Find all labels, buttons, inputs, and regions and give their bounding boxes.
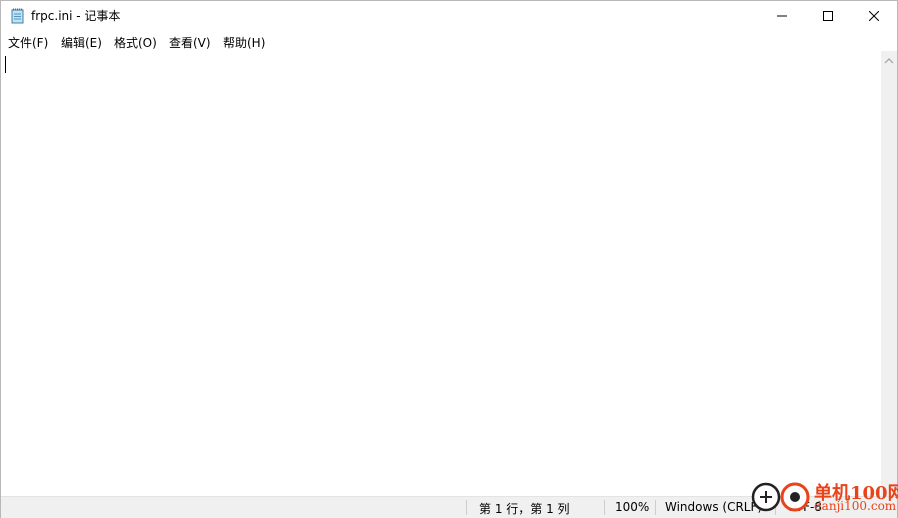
watermark-subtext: danji100.com (814, 499, 897, 513)
minimize-button[interactable] (759, 1, 805, 31)
menu-file[interactable]: 文件(F) (8, 34, 48, 51)
status-zoom: 100% (615, 500, 650, 514)
text-caret (5, 56, 6, 73)
close-button[interactable] (851, 1, 897, 31)
menu-format[interactable]: 格式(O) (114, 34, 157, 51)
status-divider (604, 500, 605, 515)
notepad-window: frpc.ini - 记事本 文件(F) 编辑(E) 格式(O) 查看(V) 帮… (0, 0, 898, 518)
menu-view[interactable]: 查看(V) (169, 34, 211, 51)
title-bar[interactable]: frpc.ini - 记事本 (1, 1, 897, 31)
status-position: 第 1 行，第 1 列 (479, 502, 570, 516)
watermark-logo-icon (751, 482, 810, 512)
watermark: 单机100网 danji100.com (748, 476, 898, 518)
vertical-scrollbar[interactable] (881, 51, 897, 496)
menu-edit[interactable]: 编辑(E) (61, 34, 102, 51)
maximize-button[interactable] (805, 1, 851, 31)
notepad-icon (11, 8, 24, 24)
status-divider (655, 500, 656, 515)
close-icon (869, 11, 879, 21)
text-editor[interactable] (1, 51, 881, 496)
minimize-icon (777, 15, 787, 17)
maximize-icon (823, 11, 833, 21)
menu-help[interactable]: 帮助(H) (223, 34, 265, 51)
scroll-up-icon[interactable] (884, 56, 894, 66)
status-divider (466, 500, 467, 515)
menu-bar: 文件(F) 编辑(E) 格式(O) 查看(V) 帮助(H) (1, 32, 897, 51)
window-title: frpc.ini - 记事本 (31, 9, 121, 23)
